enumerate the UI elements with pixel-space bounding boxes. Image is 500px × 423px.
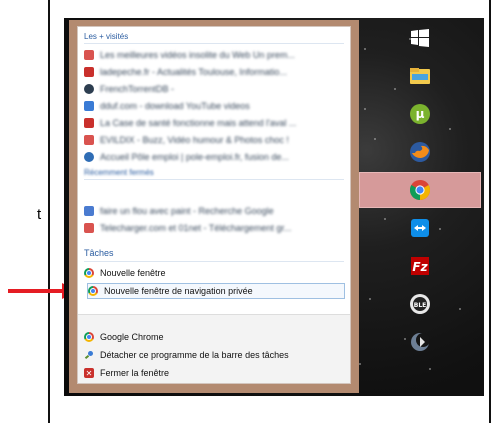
tasks-divider [84, 261, 344, 262]
unpin-item[interactable]: Détacher ce programme de la barre des tâ… [84, 347, 346, 363]
moon-app-icon [408, 330, 432, 354]
unpin-label: Détacher ce programme de la barre des tâ… [100, 350, 289, 360]
chrome-icon [84, 268, 94, 278]
unpin-icon [84, 350, 94, 360]
taskbar-filezilla[interactable]: Fz [359, 248, 481, 284]
frequent-item[interactable]: FrenchTorrentDB - [84, 81, 346, 97]
recent-item[interactable]: Telecharger.com et 01net - Téléchargemen… [84, 220, 346, 236]
svg-text:Fz: Fz [412, 260, 428, 274]
blue-arrow-icon [84, 101, 94, 111]
recent-item-label: Telecharger.com et 01net - Téléchargemen… [100, 223, 292, 233]
taskbar-moon-app[interactable] [359, 324, 481, 360]
close-window-item[interactable]: ✕ Fermer la fenêtre [84, 365, 346, 381]
frequent-item-label: ladepeche.fr - Actualités Toulouse, Info… [100, 67, 287, 77]
red-video-icon [84, 50, 94, 60]
recent-header: Récemment fermés [84, 168, 154, 177]
recent-divider [84, 179, 344, 180]
task-new-window[interactable]: Nouvelle fenêtre [84, 265, 346, 281]
frequent-item[interactable]: La Case de santé fonctionne mais attend … [84, 115, 346, 131]
jumplist-panel: Les + visités Les meilleures vidéos inso… [77, 26, 351, 384]
open-chrome-item[interactable]: Google Chrome [84, 329, 346, 345]
chrome-icon [84, 332, 94, 342]
chrome-icon [408, 178, 432, 202]
frequent-item-label: Accueil Pôle emploi | pole-emploi.fr, fu… [100, 152, 289, 162]
red-d-icon [84, 67, 94, 77]
frequent-divider [84, 43, 344, 44]
side-letter: t [37, 206, 42, 223]
google-square-icon [84, 206, 94, 216]
close-icon: ✕ [84, 368, 94, 378]
taskbar-teamviewer[interactable] [359, 210, 481, 246]
taskbar: µ Fz BLE [359, 20, 481, 393]
dark-globe-icon [84, 84, 94, 94]
chrome-jumplist: Les + visités Les meilleures vidéos inso… [69, 20, 359, 393]
close-label: Fermer la fenêtre [100, 368, 170, 378]
tasks-header: Tâches [84, 248, 114, 258]
firefox-icon [408, 140, 432, 164]
file-explorer-icon [408, 64, 432, 88]
taskbar-utorrent[interactable]: µ [359, 96, 481, 132]
frequent-item[interactable]: Les meilleures vidéos insolite du Web Un… [84, 47, 346, 63]
frequent-item-label: Les meilleures vidéos insolite du Web Un… [100, 50, 295, 60]
recent-item[interactable]: faire un flou avec paint - Recherche Goo… [84, 203, 346, 219]
chrome-icon [88, 286, 98, 296]
frequent-item-label: La Case de santé fonctionne mais attend … [100, 118, 297, 128]
taskbar-firefox[interactable] [359, 134, 481, 170]
frequent-item[interactable]: Accueil Pôle emploi | pole-emploi.fr, fu… [84, 149, 346, 165]
frequent-header: Les + visités [84, 32, 129, 41]
ble-app-icon: BLE [408, 292, 432, 316]
svg-text:µ: µ [416, 107, 425, 121]
jumplist-footer: Google Chrome Détacher ce programme de l… [78, 314, 350, 383]
teamviewer-icon [408, 216, 432, 240]
frequent-item-label: dduf.com - download YouTube videos [100, 101, 250, 111]
task-new-incognito-window[interactable]: Nouvelle fenêtre de navigation privée [87, 283, 345, 299]
red-square-icon [84, 223, 94, 233]
taskbar-file-explorer[interactable] [359, 58, 481, 94]
frequent-item-label: EVILDIX - Buzz, Vidéo humour & Photos ch… [100, 135, 289, 145]
taskbar-ble-app[interactable]: BLE [359, 286, 481, 322]
start-button[interactable] [359, 20, 481, 56]
svg-text:BLE: BLE [414, 302, 427, 309]
filezilla-icon: Fz [408, 254, 432, 278]
frequent-item[interactable]: ladepeche.fr - Actualités Toulouse, Info… [84, 64, 346, 80]
app-label: Google Chrome [100, 332, 164, 342]
start-windows-icon [408, 26, 432, 50]
taskbar-chrome[interactable] [359, 172, 481, 208]
frequent-item-label: FrenchTorrentDB - [100, 84, 175, 94]
blue-globe-icon [84, 152, 94, 162]
task-label: Nouvelle fenêtre de navigation privée [104, 286, 253, 296]
frequent-item[interactable]: dduf.com - download YouTube videos [84, 98, 346, 114]
utorrent-icon: µ [408, 102, 432, 126]
recent-item-label: faire un flou avec paint - Recherche Goo… [100, 206, 274, 216]
frequent-item[interactable]: EVILDIX - Buzz, Vidéo humour & Photos ch… [84, 132, 346, 148]
red-x-icon [84, 135, 94, 145]
red-d-icon [84, 118, 94, 128]
task-label: Nouvelle fenêtre [100, 268, 166, 278]
